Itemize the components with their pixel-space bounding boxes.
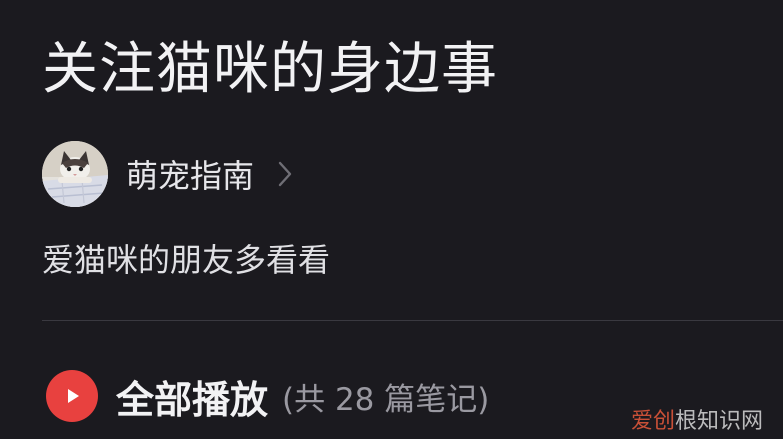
divider	[42, 320, 783, 321]
cat-avatar-image	[42, 141, 108, 207]
note-count: (共 28 篇笔记)	[282, 381, 490, 418]
watermark: 爱创根知识网	[631, 403, 763, 435]
chevron-right-icon[interactable]	[276, 160, 294, 188]
avatar[interactable]	[42, 141, 108, 207]
play-icon[interactable]	[46, 370, 98, 422]
author-link[interactable]: 萌宠指南	[42, 139, 294, 209]
author-name[interactable]: 萌宠指南	[126, 151, 254, 197]
play-all-button[interactable]: 全部播放 (共 28 篇笔记)	[46, 366, 489, 426]
play-all-label[interactable]: 全部播放	[116, 369, 268, 424]
page-title: 关注猫咪的身边事	[42, 37, 498, 102]
watermark-rest: 根知识网	[674, 409, 763, 434]
collection-page: 关注猫咪的身边事 萌宠指南 爱猫咪的朋友多看看 全部播放 (共 28 篇笔记) …	[0, 0, 783, 439]
collection-description: 爱猫咪的朋友多看看	[42, 241, 331, 279]
watermark-accent: 爱创	[630, 409, 675, 434]
